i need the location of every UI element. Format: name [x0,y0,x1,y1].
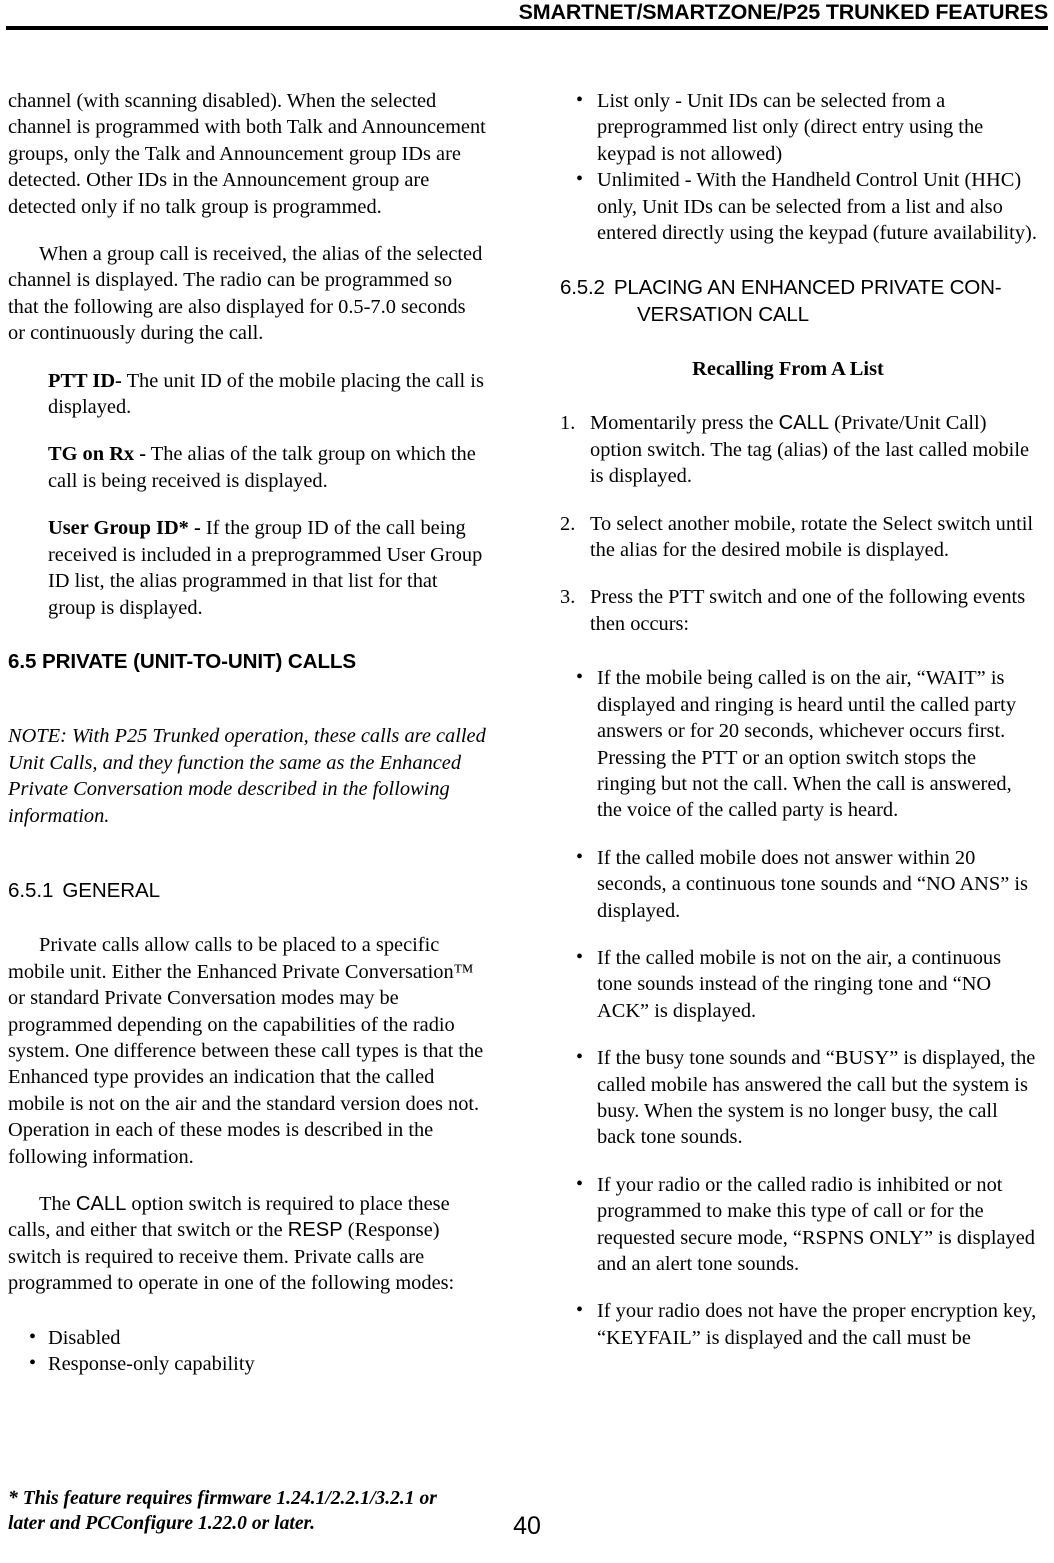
list-item: • If the called mobile does not answer w… [560,845,1038,924]
paragraph-group-call-received: When a group call is received, the alias… [8,243,483,345]
bullet-icon: • [576,1046,584,1069]
mode-bullet-list: • Disabled • Response-only capability [8,1325,486,1378]
list-item: • Disabled [8,1325,486,1351]
heading-text-line-1: PLACING AN ENHANCED PRIVATE CON- [613,276,1002,300]
bullet-icon: • [576,1299,584,1322]
bullet-icon: • [29,1352,37,1374]
paragraph-call-resp-switches: The CALL option switch is required to pl… [8,1191,486,1297]
definition-tg-on-rx: TG on Rx - The alias of the talk group o… [48,441,486,494]
list-item-label: If the busy tone sounds and “BUSY” is di… [597,1047,1036,1149]
list-item: • If the mobile being called is on the a… [560,665,1038,823]
left-column: channel (with scanning disabled). When t… [8,88,486,1377]
list-item-label: If your radio does not have the proper e… [597,1300,1037,1349]
switch-label-call: CALL [778,412,830,435]
heading-number: 6.5.2 [560,276,605,300]
running-header-title: SMARTNET/SMARTZONE/P25 TRUNKED FEATURES [518,0,1049,24]
note-p25-trunked: NOTE: With P25 Trunked operation, these … [8,725,486,827]
list-item: • Unlimited - With the Handheld Control … [560,167,1038,246]
list-item-label: Response-only capability [48,1353,255,1375]
paragraph-text-part-a: The [39,1192,76,1215]
definition-term: User Group ID* - [48,517,201,540]
call-event-bullet-list: • If the mobile being called is on the a… [560,665,1038,1351]
paragraph-private-calls-general: Private calls allow calls to be placed t… [8,934,484,1168]
running-header: SMARTNET/SMARTZONE/P25 TRUNKED FEATURES [6,0,1049,26]
list-item: • List only - Unit IDs can be selected f… [560,88,1038,167]
list-item: 2. To select another mobile, rotate the … [560,511,1038,564]
heading-text-line-2: VERSATION CALL [637,303,809,327]
list-item-label: Unlimited - With the Handheld Control Un… [597,169,1037,245]
list-item: 3. Press the PTT switch and one of the f… [560,584,1038,637]
bullet-icon: • [576,168,584,191]
right-column: • List only - Unit IDs can be selected f… [560,88,1038,1351]
bullet-icon: • [576,945,584,968]
heading-number: 6.5.1 [8,879,54,903]
heading-6-5-2-placing-call: 6.5.2 PLACING AN ENHANCED PRIVATE CON- VE… [560,274,1038,328]
list-item-label: If the mobile being called is on the air… [597,667,1017,822]
document-page: SMARTNET/SMARTZONE/P25 TRUNKED FEATURES … [0,0,1054,1563]
step-text: Press the PTT switch and one of the foll… [590,586,1026,635]
heading-6-5-1-general: 6.5.1 GENERAL [8,877,486,904]
list-item: • If your radio or the called radio is i… [560,1172,1038,1278]
subheading-recalling-from-a-list: Recalling From A List [692,358,884,381]
bullet-icon: • [576,89,584,111]
step-number: 1. [560,412,576,435]
step-number: 3. [560,586,576,609]
switch-label-call: CALL [75,1192,127,1215]
page-number: 40 [513,1512,541,1540]
list-item-label: If your radio or the called radio is inh… [597,1173,1035,1275]
bullet-icon: • [576,1172,584,1195]
bullet-icon: • [576,845,584,868]
definition-ptt-id: PTT ID- The unit ID of the mobile placin… [48,368,486,421]
heading-6-5-private-calls: 6.5 PRIVATE (UNIT-TO-UNIT) CALLS [8,649,357,673]
heading-text: GENERAL [62,879,161,903]
list-item: • If the busy tone sounds and “BUSY” is … [560,1045,1038,1151]
definition-user-group-id: User Group ID* - If the group ID of the … [48,515,486,621]
bullet-icon: • [29,1325,37,1348]
switch-label-resp: RESP [287,1219,343,1242]
header-divider-rule [6,26,1048,30]
list-item: 1. Momentarily press the CALL (Private/U… [560,410,1038,489]
procedure-step-list: 1. Momentarily press the CALL (Private/U… [560,410,1038,637]
list-item: • If your radio does not have the proper… [560,1298,1038,1351]
step-number: 2. [560,512,576,535]
paragraph-channel-continued: channel (with scanning disabled). When t… [8,90,486,218]
definition-term: PTT ID- [48,369,122,392]
list-item: • If the called mobile is not on the air… [560,945,1038,1024]
step-text: To select another mobile, rotate the Sel… [590,512,1034,562]
step-text-part-a: Momentarily press the [590,412,779,435]
list-item-label: If the called mobile is not on the air, … [597,946,1002,1022]
list-item-label: List only - Unit IDs can be selected fro… [597,90,984,165]
definition-term: TG on Rx - [48,443,147,466]
list-item-label: Disabled [48,1326,121,1349]
list-item-label: If the called mobile does not answer wit… [597,846,1028,922]
mode-bullet-list-continued: • List only - Unit IDs can be selected f… [560,88,1038,246]
list-item: • Response-only capability [8,1351,486,1377]
bullet-icon: • [576,666,584,689]
